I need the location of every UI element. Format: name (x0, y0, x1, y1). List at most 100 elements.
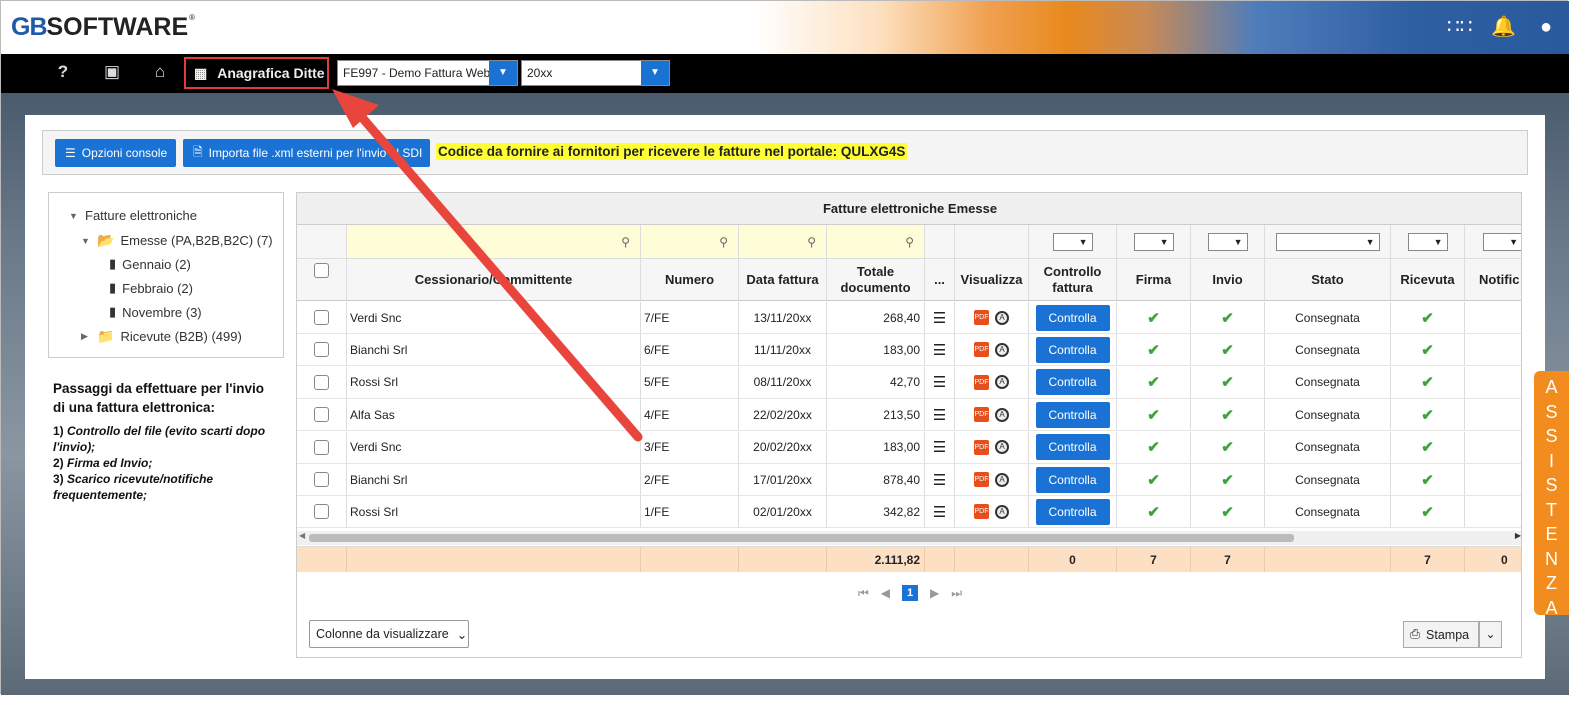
col-stato[interactable]: Stato (1265, 259, 1391, 300)
search-icon[interactable]: ⚲ (905, 235, 914, 249)
agid-view-icon[interactable]: A (995, 504, 1009, 519)
pdf-view-icon[interactable]: PDF (974, 407, 989, 423)
row-checkbox[interactable] (314, 472, 329, 487)
col-totale[interactable]: Totale documento (827, 259, 925, 300)
gb-software-logo[interactable]: GB SOFTWARE ® (11, 9, 195, 45)
col-invio[interactable]: Invio (1191, 259, 1265, 300)
filter-select[interactable]: ▼ (1133, 232, 1174, 251)
filter-numero[interactable]: ⚲ (641, 225, 739, 258)
year-select[interactable]: 20xx ▼ (521, 60, 670, 86)
tree-node-novembre[interactable]: ▮ Novembre (3) (109, 304, 202, 320)
caret-down-icon[interactable]: ▼ (81, 236, 91, 246)
row-checkbox[interactable] (314, 439, 329, 455)
apps-grid-icon[interactable]: ∷∷ (1447, 15, 1472, 39)
user-account-icon[interactable]: ● (1535, 15, 1557, 39)
agid-view-icon[interactable]: A (995, 375, 1009, 390)
chevron-down-icon[interactable]: ▼ (641, 61, 669, 85)
prev-page-icon[interactable]: ◀ (881, 586, 890, 600)
company-select[interactable]: FE997 - Demo Fattura Web ▼ (337, 60, 518, 86)
controlla-button[interactable]: Controlla (1035, 401, 1110, 428)
help-icon[interactable]: ? (51, 62, 75, 82)
scroll-right-icon[interactable]: ▶ (1515, 531, 1521, 540)
row-checkbox[interactable] (314, 504, 329, 520)
filter-select[interactable]: ▼ (1483, 232, 1521, 251)
horizontal-scrollbar[interactable]: ◀ ▶ (297, 531, 1521, 545)
pdf-view-icon[interactable]: PDF (974, 439, 989, 455)
table-row[interactable]: Bianchi Srl 2/FE 17/01/20xx 878,40 ☰ PDF A Cont… (297, 464, 1521, 496)
first-page-icon[interactable]: ⏮ (858, 586, 869, 601)
filter-select[interactable]: ▼ (1275, 232, 1380, 251)
col-notifiche[interactable]: Notific (1465, 259, 1521, 300)
col-controllo[interactable]: Controllo fattura (1029, 259, 1117, 300)
controlla-button[interactable]: Controlla (1035, 466, 1110, 493)
pdf-view-icon[interactable]: PDF (974, 504, 989, 520)
row-checkbox[interactable] (314, 342, 329, 358)
caret-right-icon[interactable]: ▶ (81, 331, 91, 342)
col-cessionario[interactable]: Cessionario/Committente (347, 259, 641, 300)
search-icon[interactable]: ⚲ (621, 235, 630, 249)
tree-node-emesse[interactable]: ▼ 📂 Emesse (PA,B2B,B2C) (7) (81, 232, 273, 249)
hamburger-menu-icon[interactable]: ☰ (933, 309, 946, 327)
controlla-button[interactable]: Controlla (1035, 304, 1110, 331)
tree-node-fatture-elettroniche[interactable]: ▼ Fatture elettroniche (69, 208, 197, 223)
controlla-button[interactable]: Controlla (1035, 498, 1110, 525)
controlla-button[interactable]: Controlla (1035, 434, 1110, 461)
select-all-checkbox[interactable] (314, 263, 329, 278)
tree-node-gennaio[interactable]: ▮ Gennaio (2) (109, 256, 191, 272)
hamburger-menu-icon[interactable]: ☰ (933, 503, 946, 521)
pdf-view-icon[interactable]: PDF (974, 374, 989, 390)
table-row[interactable]: Alfa Sas 4/FE 22/02/20xx 213,50 ☰ PDF A Control… (297, 399, 1521, 432)
hamburger-menu-icon[interactable]: ☰ (933, 341, 946, 359)
stampa-options-button[interactable]: ⌄ (1479, 621, 1502, 648)
col-visualizza[interactable]: Visualizza (955, 259, 1029, 300)
agid-view-icon[interactable]: A (995, 407, 1009, 422)
hamburger-menu-icon[interactable]: ☰ (933, 373, 946, 391)
tree-node-ricevute[interactable]: ▶ 📁 Ricevute (B2B) (499) (81, 328, 242, 345)
assistenza-tab[interactable]: ASSISTENZA (1534, 371, 1569, 618)
row-checkbox[interactable] (314, 407, 329, 423)
caret-down-icon[interactable]: ▼ (69, 211, 79, 221)
col-menu[interactable]: ... (925, 259, 955, 300)
filter-cessionario[interactable]: ⚲ (347, 225, 641, 258)
agid-view-icon[interactable]: A (995, 342, 1009, 357)
last-page-icon[interactable]: ⏭ (951, 586, 962, 601)
agid-view-icon[interactable]: A (995, 440, 1009, 455)
table-row[interactable]: Verdi Snc 3/FE 20/02/20xx 183,00 ☰ PDF A Contro… (297, 431, 1521, 464)
pdf-view-icon[interactable]: PDF (974, 310, 989, 325)
table-row[interactable]: Bianchi Srl 6/FE 11/11/20xx 183,00 ☰ PDF A Cont… (297, 334, 1521, 367)
importa-xml-button[interactable]: 🗎 Importa file .xml esterni per l'invio … (183, 139, 430, 167)
filter-totale[interactable]: ⚲ (827, 225, 925, 258)
stampa-button[interactable]: ⎙ Stampa (1403, 621, 1479, 648)
table-row[interactable]: Rossi Srl 1/FE 02/01/20xx 342,82 ☰ PDF A Contro… (297, 496, 1521, 529)
agid-view-icon[interactable]: A (995, 310, 1009, 325)
tree-node-febbraio[interactable]: ▮ Febbraio (2) (109, 280, 193, 296)
colonne-dropdown[interactable]: Colonne da visualizzare ⌄ (309, 620, 469, 648)
row-checkbox[interactable] (314, 374, 329, 390)
opzioni-console-button[interactable]: ☰ Opzioni console (55, 139, 176, 167)
search-icon[interactable]: ⚲ (807, 235, 816, 249)
table-row[interactable]: Verdi Snc 7/FE 13/11/20xx 268,40 ☰ PDF A Contro… (297, 302, 1521, 334)
anagrafica-ditte-button[interactable]: ▦ Anagrafica Ditte (184, 57, 329, 89)
hamburger-menu-icon[interactable]: ☰ (933, 406, 946, 424)
scrollbar-thumb[interactable] (309, 534, 1294, 542)
bell-icon[interactable]: 🔔 (1491, 15, 1516, 39)
row-checkbox[interactable] (314, 310, 329, 325)
video-camera-icon[interactable]: ▣ (100, 62, 124, 82)
filter-select[interactable]: ▼ (1052, 232, 1093, 251)
pdf-view-icon[interactable]: PDF (974, 342, 989, 358)
pdf-view-icon[interactable]: PDF (974, 472, 989, 487)
chevron-down-icon[interactable]: ▼ (489, 61, 517, 85)
scroll-left-icon[interactable]: ◀ (299, 531, 305, 540)
next-page-icon[interactable]: ▶ (930, 586, 939, 600)
agid-view-icon[interactable]: A (995, 472, 1009, 487)
col-data[interactable]: Data fattura (739, 259, 827, 300)
search-icon[interactable]: ⚲ (719, 235, 728, 249)
col-numero[interactable]: Numero (641, 259, 739, 300)
col-ricevuta[interactable]: Ricevuta (1391, 259, 1465, 300)
filter-select[interactable]: ▼ (1407, 232, 1448, 251)
col-firma[interactable]: Firma (1117, 259, 1191, 300)
hamburger-menu-icon[interactable]: ☰ (933, 438, 946, 456)
controlla-button[interactable]: Controlla (1035, 336, 1110, 363)
hamburger-menu-icon[interactable]: ☰ (933, 471, 946, 489)
table-row[interactable]: Rossi Srl 5/FE 08/11/20xx 42,70 ☰ PDF A Control… (297, 366, 1521, 399)
